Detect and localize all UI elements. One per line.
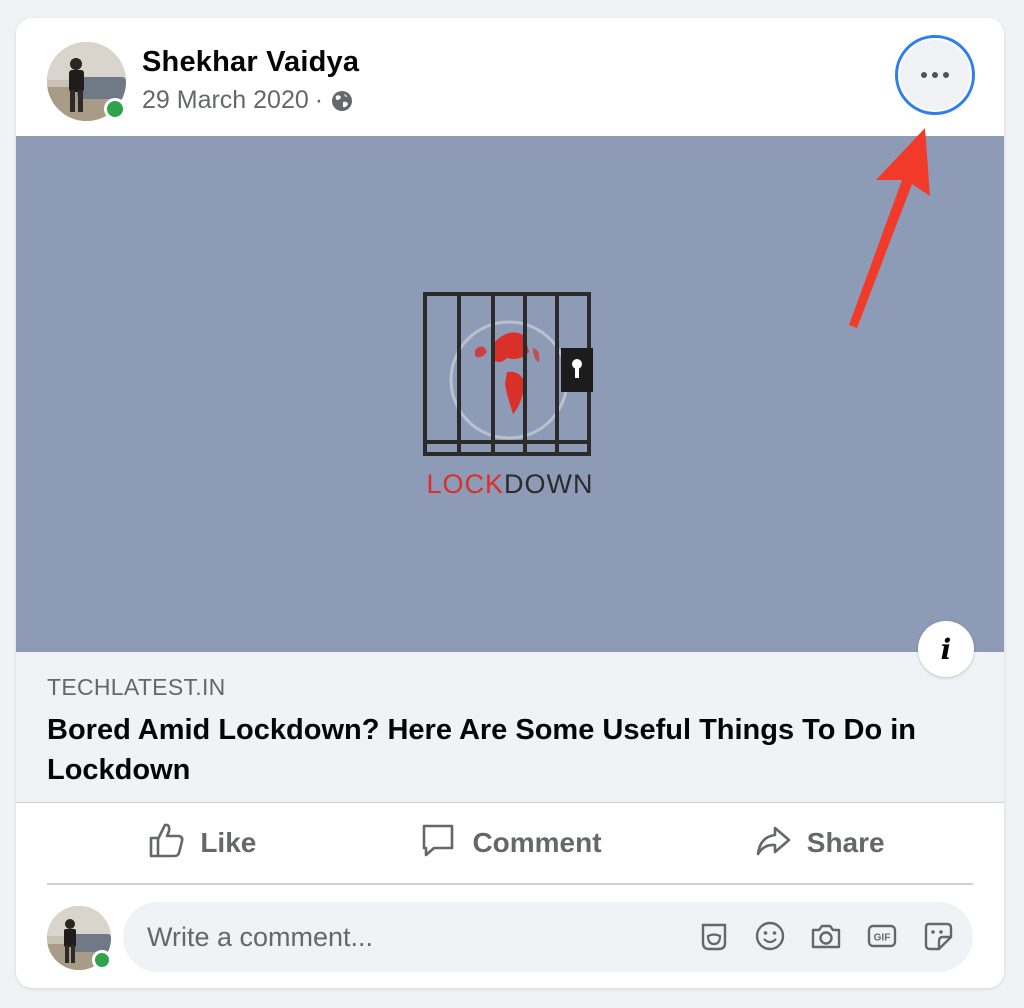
viewer-online-indicator bbox=[92, 950, 112, 970]
comment-composer: GIF bbox=[16, 900, 1004, 980]
more-horizontal-icon bbox=[900, 40, 970, 110]
gif-icon[interactable]: GIF bbox=[865, 919, 899, 953]
camera-icon[interactable] bbox=[809, 919, 843, 953]
post-card: Shekhar Vaidya 29 March 2020 · LOCKDOWN … bbox=[16, 18, 1004, 988]
post-meta: 29 March 2020 · bbox=[142, 86, 353, 115]
more-options-button[interactable] bbox=[895, 35, 975, 115]
comment-tools: GIF bbox=[697, 919, 955, 953]
comment-box[interactable]: GIF bbox=[123, 902, 973, 972]
post-image[interactable]: LOCKDOWN bbox=[16, 136, 1004, 652]
info-icon[interactable]: i bbox=[918, 621, 974, 677]
share-icon bbox=[753, 820, 793, 867]
svg-text:GIF: GIF bbox=[874, 933, 891, 944]
post-header: Shekhar Vaidya 29 March 2020 · bbox=[16, 18, 1004, 136]
link-title[interactable]: Bored Amid Lockdown? Here Are Some Usefu… bbox=[47, 710, 967, 790]
lockdown-logo-text: LOCKDOWN bbox=[426, 469, 594, 499]
meta-separator: · bbox=[314, 86, 324, 114]
share-button[interactable]: Share bbox=[664, 803, 973, 883]
sticker-icon[interactable] bbox=[921, 919, 955, 953]
online-status-indicator bbox=[104, 98, 126, 120]
link-domain: TECHLATEST.IN bbox=[47, 674, 226, 700]
post-date[interactable]: 29 March 2020 bbox=[142, 86, 309, 115]
share-label: Share bbox=[806, 827, 885, 858]
avatar-sticker-icon[interactable] bbox=[697, 919, 731, 953]
comment-label: Comment bbox=[472, 827, 602, 858]
link-preview[interactable]: TECHLATEST.IN Bored Amid Lockdown? Here … bbox=[16, 652, 1004, 803]
comment-button[interactable]: Comment bbox=[356, 803, 665, 883]
author-name[interactable]: Shekhar Vaidya bbox=[142, 46, 359, 79]
thumbs-up-icon bbox=[146, 820, 186, 867]
emoji-icon[interactable] bbox=[753, 919, 787, 953]
like-label: Like bbox=[200, 827, 257, 858]
comment-icon bbox=[418, 820, 458, 867]
globe-icon bbox=[331, 90, 353, 112]
post-actions-bar: Like Comment Share bbox=[47, 803, 973, 885]
like-button[interactable]: Like bbox=[47, 803, 356, 883]
lockdown-jail-graphic bbox=[423, 292, 593, 456]
comment-input[interactable] bbox=[147, 902, 667, 972]
